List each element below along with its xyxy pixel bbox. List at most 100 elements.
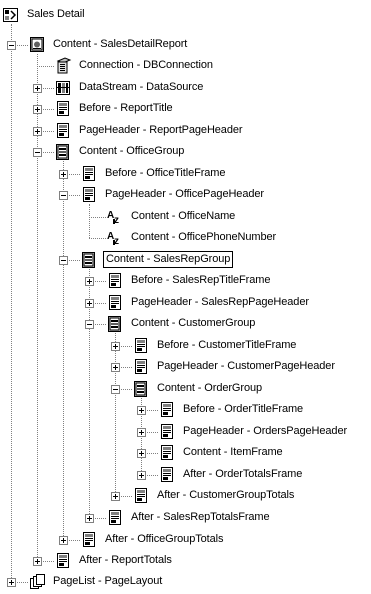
frame-icon [54, 122, 72, 140]
expand-icon[interactable] [33, 127, 42, 136]
tree-node-content-ordergroup[interactable]: Content - OrderGroup [0, 380, 371, 398]
tree-node-label: Content - OfficeName [131, 210, 236, 222]
tree-node-before-ordertitleframe[interactable]: Before - OrderTitleFrame [0, 401, 371, 419]
tree-node-after-officegrouptotals[interactable]: After - OfficeGroupTotals [0, 531, 371, 549]
text-field-icon: Az [106, 208, 124, 226]
expand-icon[interactable] [85, 299, 94, 308]
tree-node-content-officegroup[interactable]: Content - OfficeGroup [0, 143, 371, 161]
frame-icon [80, 186, 98, 204]
collapse-icon[interactable] [59, 256, 68, 265]
tree-node-pageheader-officepageheader[interactable]: PageHeader - OfficePageHeader [0, 186, 371, 204]
tree-node-label: Content - ItemFrame [183, 446, 283, 458]
group-icon [54, 143, 72, 161]
tree-node-after-customergrouptotals[interactable]: After - CustomerGroupTotals [0, 487, 371, 505]
tree-node-before-officetitleframe[interactable]: Before - OfficeTitleFrame [0, 165, 371, 183]
report-content-icon [28, 36, 46, 54]
page-list-icon [28, 573, 46, 591]
frame-icon [158, 444, 176, 462]
tree-node-label: After - ReportTotals [79, 554, 172, 566]
tree-node-pageheader-customerpageheader[interactable]: PageHeader - CustomerPageHeader [0, 358, 371, 376]
tree-node-content-officephonenumber[interactable]: Az Content - OfficePhoneNumber [0, 229, 371, 247]
expand-icon[interactable] [85, 514, 94, 523]
tree-node-label: Content - OrderGroup [157, 382, 262, 394]
frame-icon [106, 272, 124, 290]
expand-icon[interactable] [33, 105, 42, 114]
tree-node-before-reporttitle[interactable]: Before - ReportTitle [0, 100, 371, 118]
tree-node-after-salesreptotalsframe[interactable]: After - SalesRepTotalsFrame [0, 509, 371, 527]
tree-node-pageheader-salesreppageheader[interactable]: PageHeader - SalesRepPageHeader [0, 294, 371, 312]
expand-icon[interactable] [111, 363, 120, 372]
frame-icon [106, 509, 124, 527]
tree-node-datastream-datasource[interactable]: DataStream - DataSource [0, 79, 371, 97]
text-field-icon: Az [106, 229, 124, 247]
tree-node-label: PageHeader - SalesRepPageHeader [131, 296, 309, 308]
tree-node-label: Before - OfficeTitleFrame [105, 167, 226, 179]
group-icon [132, 380, 150, 398]
frame-icon [158, 466, 176, 484]
expand-icon[interactable] [137, 449, 146, 458]
tree-node-pagelist-pagelayout[interactable]: PageList - PageLayout [0, 573, 371, 591]
tree-node-content-itemframe[interactable]: Content - ItemFrame [0, 444, 371, 462]
expand-icon[interactable] [59, 170, 68, 179]
tree-node-label: PageHeader - CustomerPageHeader [157, 360, 335, 372]
tree-node-label: After - OfficeGroupTotals [105, 533, 224, 545]
frame-icon [132, 358, 150, 376]
tree-node-label: Sales Detail [27, 8, 85, 20]
tree-node-label: Content - SalesRepGroup [103, 251, 234, 268]
tree-node-content-salesdetailreport[interactable]: Content - SalesDetailReport [0, 36, 371, 54]
tree-node-before-salesreptitleframe[interactable]: Before - SalesRepTitleFrame [0, 272, 371, 290]
expand-icon[interactable] [33, 557, 42, 566]
expand-icon[interactable] [85, 277, 94, 286]
tree-node-label: After - SalesRepTotalsFrame [131, 511, 270, 523]
collapse-icon[interactable] [7, 41, 16, 50]
expand-icon[interactable] [33, 84, 42, 93]
tree-node-label: PageHeader - ReportPageHeader [79, 124, 243, 136]
tree-node-connection-dbconnection[interactable]: Connection - DBConnection [0, 57, 371, 75]
tree-node-label: Content - CustomerGroup [131, 317, 256, 329]
tree-node-sales-detail[interactable]: Sales Detail [0, 6, 371, 24]
tree-node-pageheader-orderspageheader[interactable]: PageHeader - OrdersPageHeader [0, 423, 371, 441]
group-icon [106, 315, 124, 333]
expand-icon[interactable] [59, 536, 68, 545]
tree-node-label: Before - ReportTitle [79, 102, 173, 114]
tree-node-label: Content - SalesDetailReport [53, 38, 188, 50]
expand-icon[interactable] [111, 342, 120, 351]
tree-node-content-salesrepgroup[interactable]: Content - SalesRepGroup [0, 251, 371, 269]
expand-icon[interactable] [137, 471, 146, 480]
frame-icon [158, 401, 176, 419]
expand-icon[interactable] [111, 492, 120, 501]
expand-icon[interactable] [137, 406, 146, 415]
frame-icon [132, 337, 150, 355]
tree-node-label: DataStream - DataSource [79, 81, 204, 93]
group-icon [80, 251, 98, 269]
tree-node-label: Before - CustomerTitleFrame [157, 339, 297, 351]
tree-node-label: After - CustomerGroupTotals [157, 489, 295, 501]
tree-node-content-officename[interactable]: Az Content - OfficeName [0, 208, 371, 226]
collapse-icon[interactable] [85, 320, 94, 329]
tree-node-after-reporttotals[interactable]: After - ReportTotals [0, 552, 371, 570]
tree-node-label: Before - SalesRepTitleFrame [131, 274, 271, 286]
collapse-icon[interactable] [111, 385, 120, 394]
tree-node-before-customertitleframe[interactable]: Before - CustomerTitleFrame [0, 337, 371, 355]
tree-node-label: Before - OrderTitleFrame [183, 403, 304, 415]
frame-icon [80, 531, 98, 549]
tree-node-pageheader-reportpageheader[interactable]: PageHeader - ReportPageHeader [0, 122, 371, 140]
collapse-icon[interactable] [59, 191, 68, 200]
tree-node-label: PageList - PageLayout [53, 575, 163, 587]
expand-icon[interactable] [137, 428, 146, 437]
frame-icon [54, 100, 72, 118]
frame-icon [158, 423, 176, 441]
tree-node-label: PageHeader - OrdersPageHeader [183, 425, 348, 437]
frame-icon [132, 487, 150, 505]
collapse-icon[interactable] [33, 148, 42, 157]
frame-icon [54, 552, 72, 570]
db-connection-icon [54, 57, 72, 75]
tree-node-label: Connection - DBConnection [79, 59, 213, 71]
expand-icon[interactable] [7, 578, 16, 587]
frame-icon [80, 165, 98, 183]
report-structure-tree: Sales Detail Content - SalesDetailReport C… [0, 0, 371, 590]
frame-icon [106, 294, 124, 312]
tree-node-content-customergroup[interactable]: Content - CustomerGroup [0, 315, 371, 333]
data-stream-icon [54, 79, 72, 97]
tree-node-after-ordertotalsframe[interactable]: After - OrderTotalsFrame [0, 466, 371, 484]
